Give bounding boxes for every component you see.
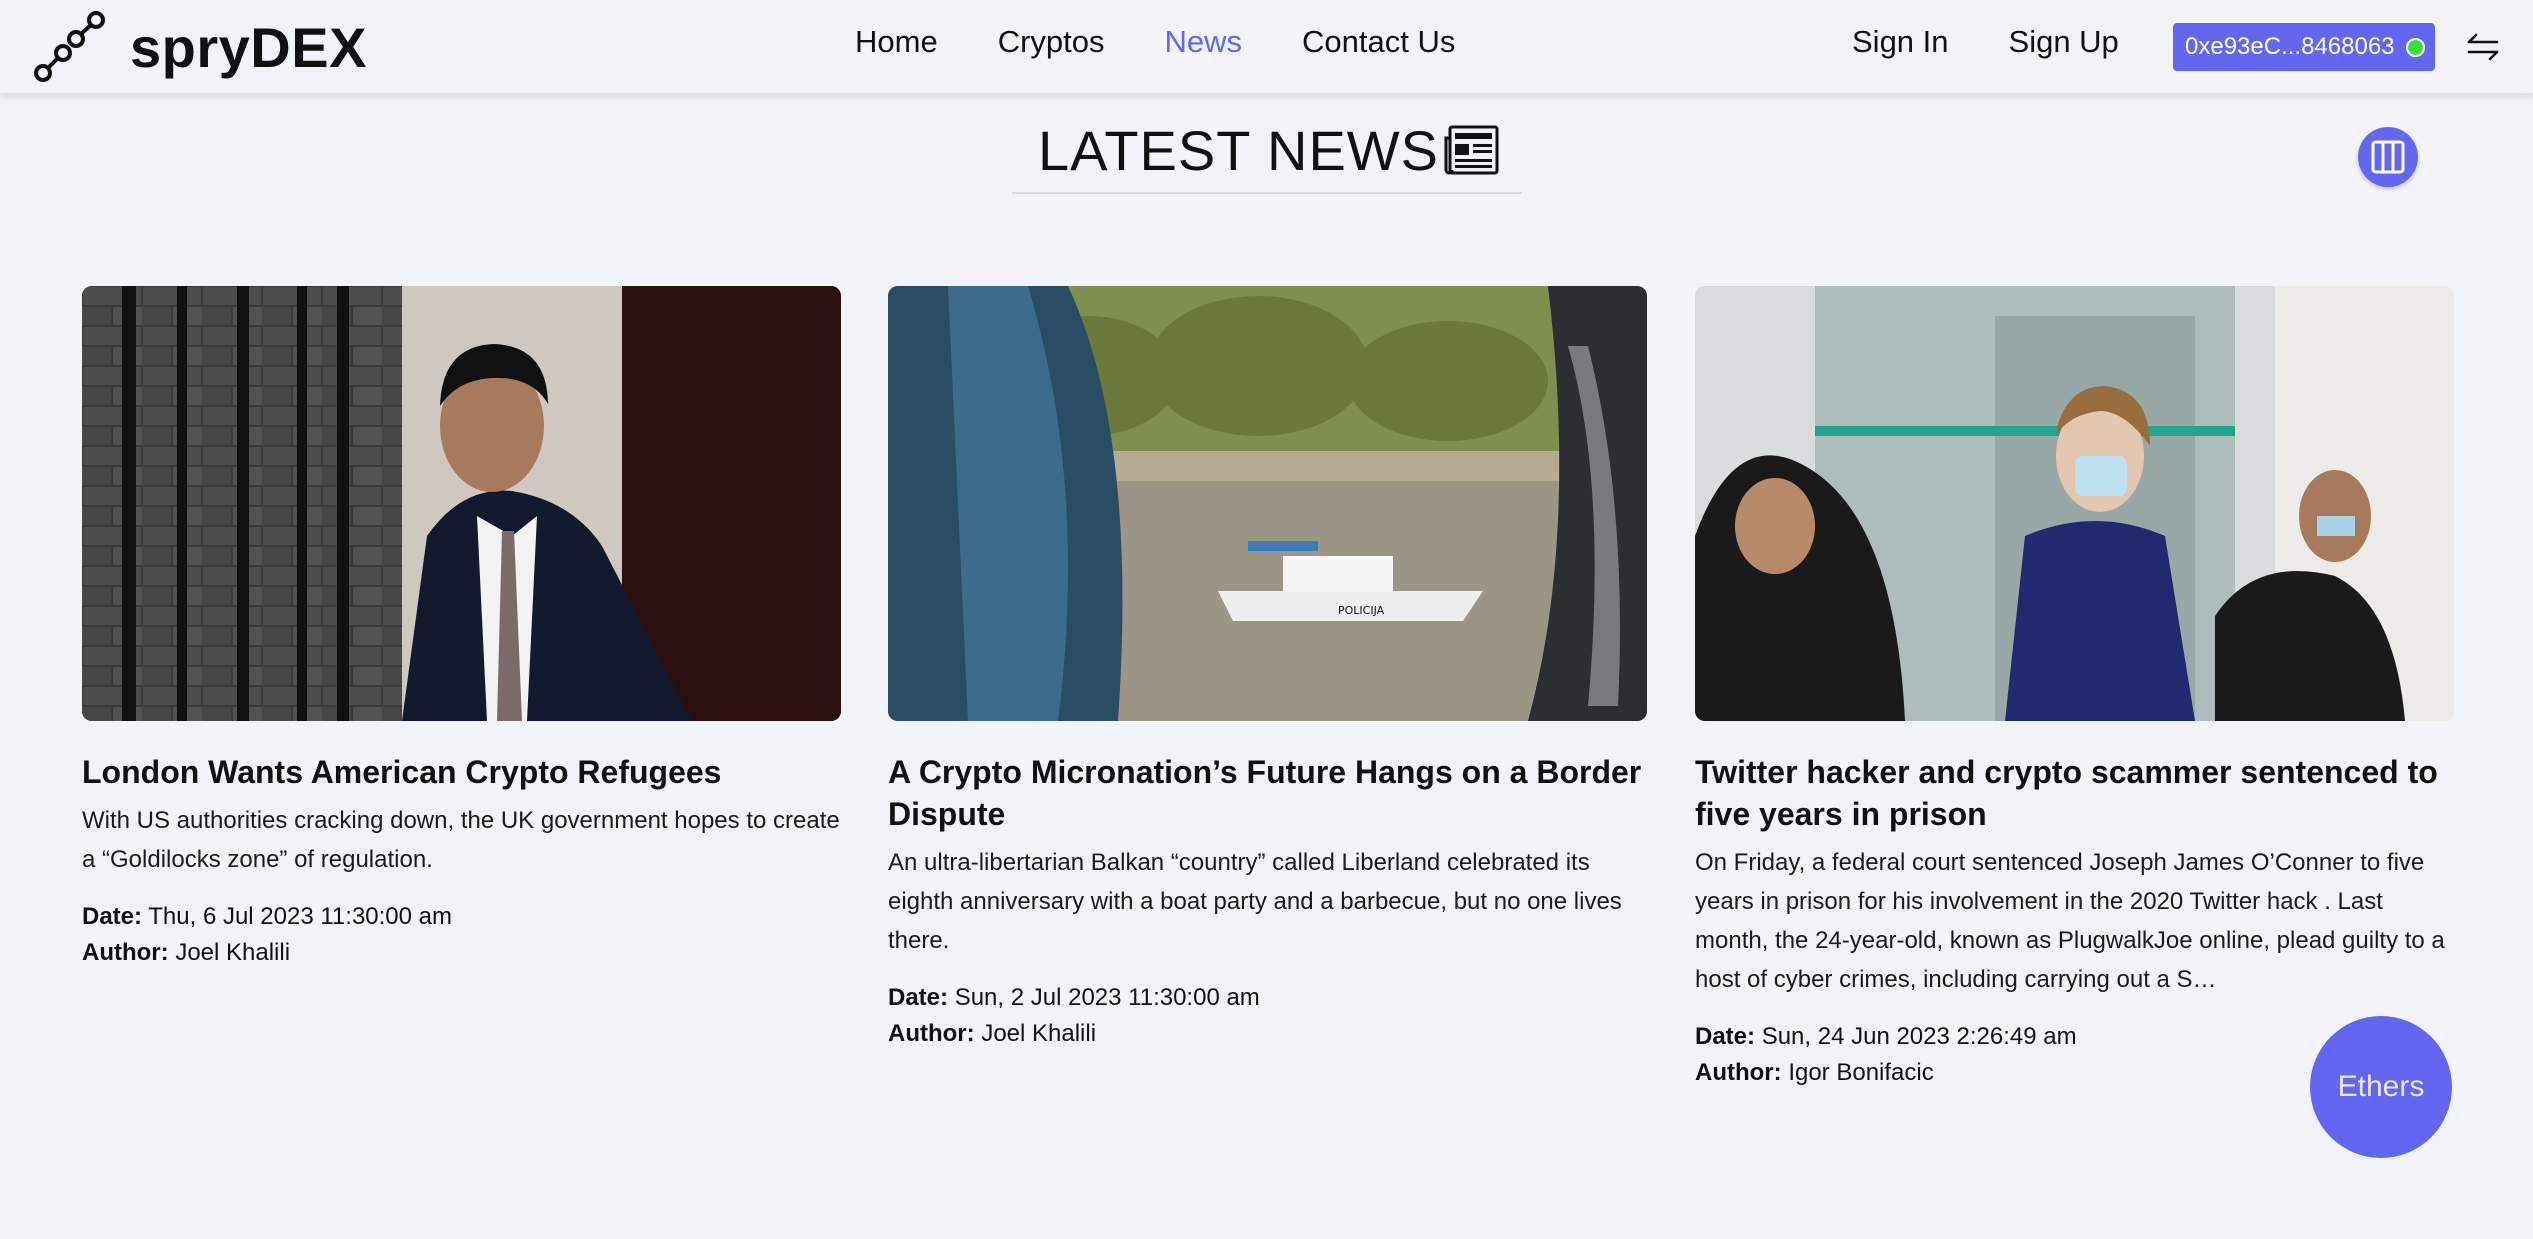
auth-links: Sign In Sign Up xyxy=(1852,24,2119,60)
date-label: Date: xyxy=(888,984,949,1011)
news-title[interactable]: A Crypto Micronation’s Future Hangs on a… xyxy=(888,751,1647,835)
sign-up-link[interactable]: Sign Up xyxy=(2009,24,2119,60)
wallet-address-button[interactable]: 0xe93eC...8468063 xyxy=(2173,23,2435,71)
news-date: Thu, 6 Jul 2023 11:30:00 am xyxy=(148,903,453,930)
author-label: Author: xyxy=(1695,1059,1782,1086)
news-description: With US authorities cracking down, the U… xyxy=(82,807,840,873)
nav-news[interactable]: News xyxy=(1165,24,1243,60)
boat-label: POLICIJA xyxy=(1338,604,1385,617)
news-author: Igor Bonifacic xyxy=(1788,1059,1934,1086)
news-author: Joel Khalili xyxy=(981,1020,1097,1047)
news-title[interactable]: London Wants American Crypto Refugees xyxy=(82,751,841,793)
nav-home[interactable]: Home xyxy=(855,24,938,60)
columns-icon xyxy=(2371,140,2405,174)
date-label: Date: xyxy=(82,903,143,930)
author-label: Author: xyxy=(888,1020,975,1047)
news-image-politician[interactable] xyxy=(82,286,841,721)
swap-arrows-icon[interactable] xyxy=(2466,30,2500,64)
author-label: Author: xyxy=(82,939,169,966)
page-heading: LATEST NEWS xyxy=(1012,114,1522,194)
navbar: spryDEX Home Cryptos News Contact Us Sig… xyxy=(0,0,2533,94)
news-title[interactable]: Twitter hacker and crypto scammer senten… xyxy=(1695,751,2454,835)
news-description: An ultra-libertarian Balkan “country” ca… xyxy=(888,849,1622,954)
sign-in-link[interactable]: Sign In xyxy=(1852,24,1949,60)
chain-link-icon xyxy=(34,11,105,82)
brand-logo-link[interactable]: spryDEX xyxy=(30,10,367,84)
page-title: LATEST NEWS xyxy=(1038,119,1440,182)
wallet-address: 0xe93eC...8468063 xyxy=(2185,33,2395,60)
news-date: Sun, 2 Jul 2023 11:30:00 am xyxy=(954,984,1260,1011)
news-author: Joel Khalili xyxy=(175,939,291,966)
news-meta: Date: Sun, 2 Jul 2023 11:30:00 am Author… xyxy=(888,980,1647,1052)
news-card: Twitter hacker and crypto scammer senten… xyxy=(1695,286,2454,1091)
news-meta: Date: Thu, 6 Jul 2023 11:30:00 am Author… xyxy=(82,899,841,971)
newspaper-icon xyxy=(1444,125,1499,175)
layout-columns-button[interactable] xyxy=(2358,127,2418,187)
news-card: POLICIJA A Crypto Micronation’s Future H… xyxy=(888,286,1647,1052)
ethers-button[interactable]: Ethers xyxy=(2310,1016,2452,1158)
main-nav: Home Cryptos News Contact Us xyxy=(855,24,1455,60)
nav-cryptos[interactable]: Cryptos xyxy=(998,24,1105,60)
news-description: On Friday, a federal court sentenced Jos… xyxy=(1695,849,2445,993)
news-date: Sun, 24 Jun 2023 2:26:49 am xyxy=(1761,1023,2077,1050)
news-card: London Wants American Crypto Refugees Wi… xyxy=(82,286,841,971)
news-image-police-boat[interactable]: POLICIJA xyxy=(888,286,1647,721)
brand-name: spryDEX xyxy=(130,15,367,79)
news-image-arrest[interactable] xyxy=(1695,286,2454,721)
date-label: Date: xyxy=(1695,1023,1756,1050)
connected-status-dot xyxy=(2406,38,2425,57)
nav-contact-us[interactable]: Contact Us xyxy=(1302,24,1455,60)
